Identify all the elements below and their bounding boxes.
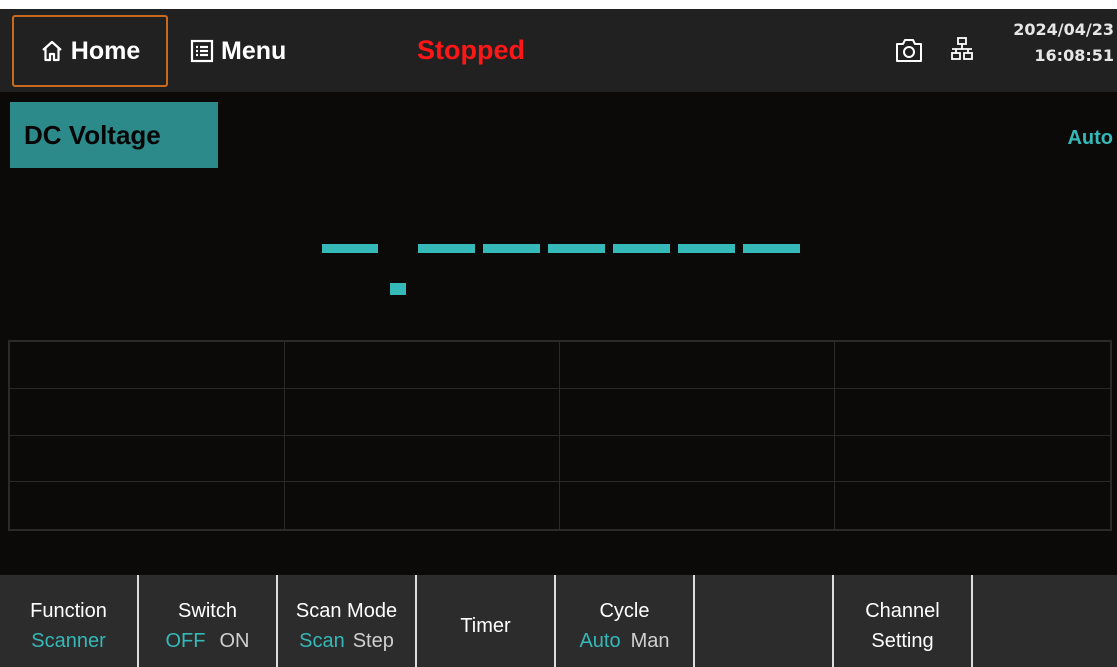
softkey-bar: Function Scanner Switch OFF ON Scan Mode… — [0, 575, 1117, 667]
blank-softkey-right[interactable] — [973, 575, 1117, 667]
digit-segment — [418, 244, 475, 253]
digit-segment — [548, 244, 605, 253]
scan-mode-softkey[interactable]: Scan Mode Scan Step — [278, 575, 415, 667]
channel-setting-softkey[interactable]: Channel Setting — [834, 575, 971, 667]
function-title: Function — [30, 599, 107, 622]
scan-mode-option-step: Step — [352, 629, 394, 652]
function-value: Scanner — [31, 629, 106, 652]
grid-cell — [285, 482, 560, 529]
grid-cell — [10, 342, 285, 389]
switch-title: Switch — [178, 599, 237, 622]
channel-setting-line1: Channel — [865, 599, 940, 622]
blank-softkey[interactable] — [695, 575, 832, 667]
digit-segment — [483, 244, 540, 253]
channel-setting-line2: Setting — [871, 629, 934, 652]
grid-cell — [835, 389, 1110, 436]
scan-mode-option-scan: Scan — [299, 629, 345, 652]
switch-softkey[interactable]: Switch OFF ON — [139, 575, 276, 667]
grid-cell — [10, 482, 285, 529]
cycle-option-auto: Auto — [579, 629, 621, 652]
digit-segment — [743, 244, 800, 253]
stats-grid — [8, 340, 1112, 531]
switch-option-off: OFF — [165, 629, 206, 652]
grid-cell — [560, 342, 835, 389]
reading-display — [0, 9, 1117, 339]
grid-cell — [10, 435, 285, 483]
grid-cell — [835, 342, 1110, 389]
meter-screen: Home Menu Stopped 2024/04/23 16:08:51 DC… — [0, 0, 1117, 667]
timer-label: Timer — [460, 614, 511, 637]
cycle-options: Auto Man — [579, 626, 669, 656]
grid-cell — [10, 388, 285, 436]
grid-cell — [285, 435, 560, 483]
cycle-softkey[interactable]: Cycle Auto Man — [556, 575, 693, 667]
grid-cell — [560, 435, 835, 483]
decimal-point — [390, 283, 406, 295]
digit-segment — [678, 244, 735, 253]
sign-segment — [322, 244, 378, 253]
scan-mode-title: Scan Mode — [295, 599, 398, 622]
grid-cell — [285, 342, 560, 389]
timer-softkey[interactable]: Timer — [417, 575, 554, 667]
switch-option-on: ON — [219, 629, 250, 652]
grid-cell — [560, 482, 835, 529]
scan-mode-options: Scan Step — [299, 626, 394, 656]
cycle-title: Cycle — [599, 599, 650, 622]
grid-cell — [560, 388, 835, 436]
function-softkey[interactable]: Function Scanner — [0, 575, 137, 667]
digit-segment — [613, 244, 670, 253]
grid-cell — [835, 482, 1110, 529]
grid-cell — [835, 436, 1110, 483]
grid-cell — [285, 388, 560, 436]
switch-options: OFF ON — [166, 626, 250, 656]
cycle-option-man: Man — [630, 629, 670, 652]
